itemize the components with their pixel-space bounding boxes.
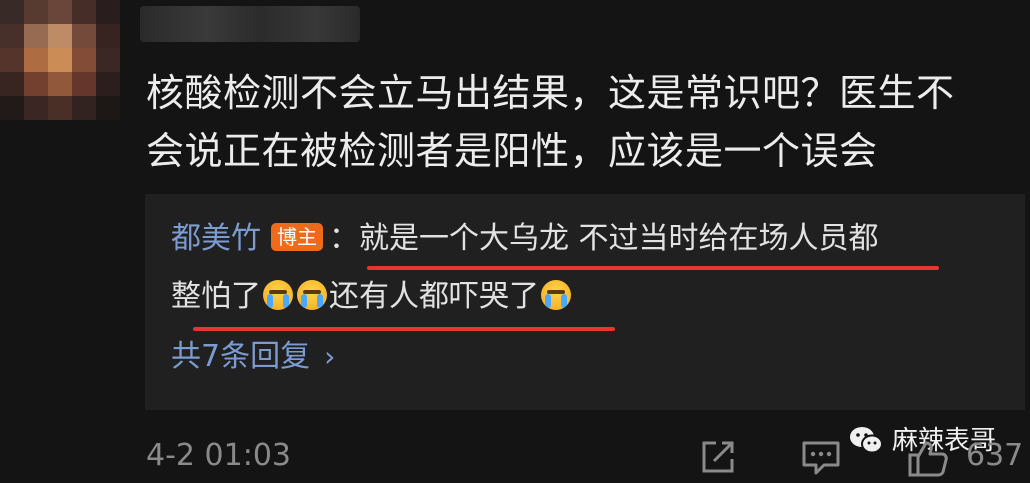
reply-preview-box[interactable]: 都美竹 博主 ：就是一个大乌龙 不过当时给在场人员都 整怕了 还有人都吓哭了 共7条回… [145, 194, 1025, 410]
avatar[interactable] [0, 0, 120, 120]
more-replies-label: 共7条回复 [171, 339, 311, 374]
author-badge: 博主 [271, 222, 323, 251]
comment-timestamp: 4-2 01:03 [146, 438, 291, 473]
share-icon[interactable] [698, 437, 738, 477]
red-underline-2 [193, 327, 615, 331]
red-underline-1 [367, 266, 939, 270]
chevron-right-icon: › [324, 340, 336, 373]
crying-face-icon [541, 279, 571, 310]
comment-line-2: 会说正在被检测者是阳性，应该是一个误会 [146, 129, 878, 173]
comment-text: 核酸检测不会立马出结果，这是常识吧？医生不 会说正在被检测者是阳性，应该是一个误… [146, 64, 1006, 180]
reply-text-line-1: 就是一个大乌龙 不过当时给在场人员都 [359, 221, 879, 256]
username-blurred[interactable] [140, 6, 360, 42]
crying-face-icon [263, 279, 293, 310]
crying-face-icon [297, 279, 327, 310]
reply-text-line-2a: 整怕了 [171, 279, 261, 314]
view-more-replies-link[interactable]: 共7条回复 › [171, 336, 335, 378]
comment-line-1: 核酸检测不会立马出结果，这是常识吧？医生不 [146, 71, 955, 115]
reply-separator: ： [329, 221, 359, 256]
reply-author-name[interactable]: 都美竹 [171, 221, 261, 256]
reply-text-line-2b: 还有人都吓哭了 [329, 279, 539, 314]
reply-line-2: 整怕了 还有人都吓哭了 [171, 276, 573, 318]
like-thumb-icon[interactable] [906, 437, 950, 479]
wechat-icon [850, 426, 883, 453]
like-count: 637 [966, 438, 1024, 473]
comment-icon[interactable] [800, 437, 842, 477]
reply-line-1: 都美竹 博主 ：就是一个大乌龙 不过当时给在场人员都 [171, 218, 879, 260]
